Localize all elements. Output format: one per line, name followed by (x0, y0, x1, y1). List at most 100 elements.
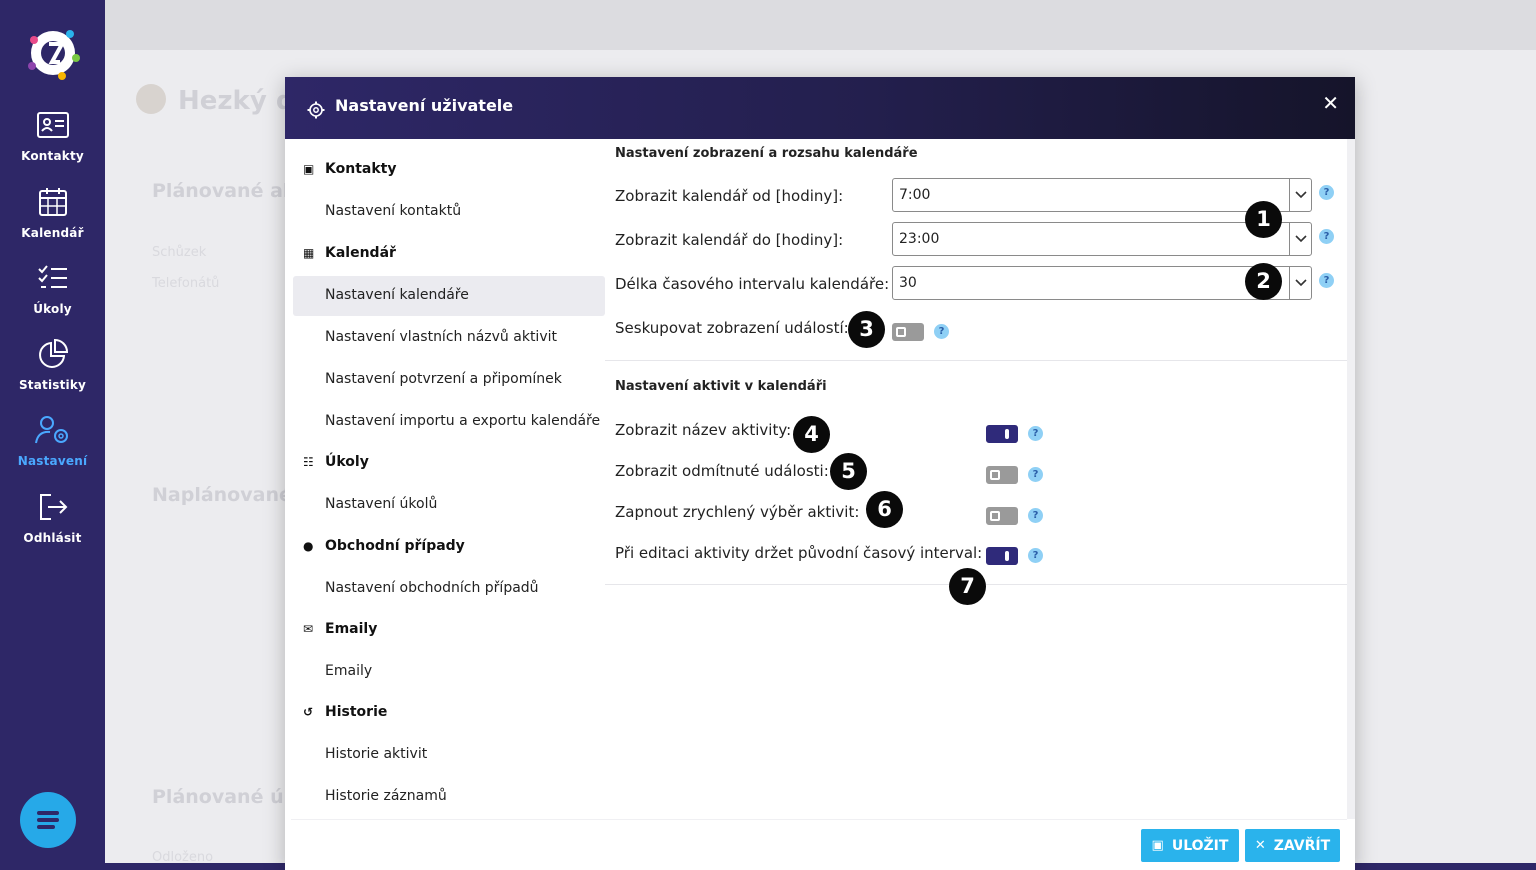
callout-badge-1: 1 (1245, 201, 1282, 238)
label-kalendar-do: Zobrazit kalendář do [hodiny]: (615, 231, 844, 249)
money-bag-icon: ● (303, 539, 314, 553)
toggle-casovy-interval[interactable] (986, 547, 1018, 565)
menu-group-ukoly: ☷ Úkoly (303, 454, 369, 470)
menu-item-historie-aktivit[interactable]: Historie aktivit (325, 746, 427, 762)
bg-section-title: Plánované ak (152, 180, 296, 202)
help-icon[interactable]: ? (1319, 185, 1334, 200)
modal-header: Nastavení uživatele ✕ (285, 77, 1355, 139)
close-button-label: ZAVŘÍT (1273, 837, 1331, 854)
menu-item-import-export[interactable]: Nastavení importu a exportu kalendáře (325, 413, 600, 429)
menu-group-kalendar: ▦ Kalendář (303, 245, 396, 261)
menu-group-label: Obchodní případy (325, 538, 465, 554)
envelope-icon: ✉ (303, 622, 314, 636)
top-bar (105, 0, 1536, 50)
callout-badge-3: 3 (848, 311, 885, 348)
nav-nastaveni[interactable]: Nastavení (0, 415, 105, 469)
help-icon[interactable]: ? (1319, 273, 1334, 288)
toggle-odmitnute-udalosti[interactable] (986, 466, 1018, 484)
toggle-seskupovat[interactable] (892, 323, 924, 341)
nav-odhlasit[interactable]: Odhlásit (0, 492, 105, 546)
toggle-nazev-aktivity[interactable] (986, 425, 1018, 443)
menu-group-historie: ↺ Historie (303, 704, 387, 720)
scroll-track[interactable] (1347, 139, 1355, 819)
save-icon: ▣ (1151, 838, 1164, 853)
toggle-zrychleny-vyber[interactable] (986, 507, 1018, 525)
chevron-down-icon[interactable] (1289, 267, 1311, 299)
menu-item-nastaveni-kontaktu[interactable]: Nastavení kontaktů (325, 203, 461, 219)
sidebar: Kontakty Kalendář Úkoly Statistiky Nasta… (0, 0, 105, 870)
help-icon[interactable]: ? (1319, 229, 1334, 244)
menu-item-obchodni-pripady[interactable]: Nastavení obchodních případů (325, 580, 539, 596)
menu-group-label: Kontakty (325, 161, 397, 177)
gear-icon (307, 101, 325, 119)
menu-item-nazvy-aktivit[interactable]: Nastavení vlastních názvů aktivit (325, 329, 557, 345)
contact-card-icon (36, 112, 69, 138)
checklist-icon (37, 265, 67, 288)
help-icon[interactable]: ? (1028, 548, 1043, 563)
close-button[interactable]: ✕ ZAVŘÍT (1245, 829, 1340, 862)
user-settings-icon (34, 416, 68, 444)
label-kalendar-od: Zobrazit kalendář od [hodiny]: (615, 187, 844, 205)
calendar-icon: ▦ (303, 246, 315, 260)
help-icon[interactable]: ? (1028, 426, 1043, 441)
menu-group-emaily: ✉ Emaily (303, 621, 377, 637)
label-nazev-aktivity: Zobrazit název aktivity: (615, 421, 792, 439)
nav-kalendar[interactable]: Kalendář (0, 187, 105, 241)
list-icon: ☷ (303, 455, 314, 469)
menu-group-label: Kalendář (325, 245, 396, 261)
nav-label: Statistiky (18, 378, 87, 392)
callout-badge-4: 4 (793, 416, 830, 453)
logout-icon (39, 494, 67, 520)
label-casovy-interval: Při editaci aktivity držet původní časov… (615, 544, 983, 562)
chat-button[interactable] (20, 792, 76, 848)
help-icon[interactable]: ? (1028, 467, 1043, 482)
menu-group-label: Úkoly (325, 454, 369, 470)
label-seskupovat: Seskupovat zobrazení událostí: (615, 319, 849, 337)
select-value: 30 (899, 275, 917, 291)
callout-badge-5: 5 (830, 453, 867, 490)
label-delka-intervalu: Délka časového intervalu kalendáře: (615, 275, 890, 293)
menu-group-obchodni-pripady: ● Obchodní případy (303, 538, 465, 554)
chevron-down-icon[interactable] (1289, 179, 1311, 211)
help-icon[interactable]: ? (1028, 508, 1043, 523)
close-icon[interactable]: ✕ (1322, 91, 1339, 115)
contact-book-icon: ▣ (303, 162, 315, 176)
settings-modal: Nastavení uživatele ✕ ▣ Kontakty Nastaven… (285, 77, 1355, 870)
settings-menu: ▣ Kontakty Nastavení kontaktů ▦ Kalendář N… (291, 139, 605, 819)
save-button[interactable]: ▣ ULOŽIT (1141, 829, 1239, 862)
nav-label: Úkoly (33, 302, 72, 316)
modal-title: Nastavení uživatele (335, 96, 514, 115)
app-logo[interactable] (22, 22, 84, 84)
bg-item: Schůzek (152, 245, 207, 260)
menu-item-nastaveni-kalendare[interactable]: Nastavení kalendáře (325, 287, 469, 303)
pie-chart-icon (38, 339, 68, 368)
history-icon: ↺ (303, 705, 314, 719)
menu-item-historie-zaznamu[interactable]: Historie záznamů (325, 788, 447, 804)
nav-label: Nastavení (17, 454, 88, 468)
close-icon: ✕ (1254, 838, 1266, 853)
callout-badge-6: 6 (866, 491, 903, 528)
menu-item-potvrzeni[interactable]: Nastavení potvrzení a připomínek (325, 371, 562, 387)
nav-statistiky[interactable]: Statistiky (0, 339, 105, 393)
calendar-icon (38, 188, 67, 216)
nav-kontakty[interactable]: Kontakty (0, 110, 105, 164)
menu-item-emaily[interactable]: Emaily (325, 663, 372, 679)
chat-icon (37, 811, 59, 829)
menu-item-nastaveni-ukolu[interactable]: Nastavení úkolů (325, 496, 437, 512)
chevron-down-icon[interactable] (1289, 223, 1311, 255)
nav-label: Kontakty (21, 149, 84, 163)
bg-section-title: Naplánované (152, 484, 292, 506)
nav-label: Odhlásit (23, 531, 82, 545)
save-button-label: ULOŽIT (1171, 837, 1229, 854)
section-title-zobrazeni: Nastavení zobrazení a rozsahu kalendáře (615, 146, 918, 161)
help-icon[interactable]: ? (934, 324, 949, 339)
section-divider (605, 360, 1347, 361)
menu-group-label: Historie (325, 704, 388, 720)
menu-group-label: Emaily (325, 621, 378, 637)
select-value: 7:00 (899, 187, 931, 203)
select-value: 23:00 (899, 231, 940, 247)
nav-ukoly[interactable]: Úkoly (0, 263, 105, 317)
avatar (136, 84, 166, 114)
bg-section-title: Plánované úk (152, 786, 297, 808)
label-zrychleny-vyber: Zapnout zrychlený výběr aktivit: (615, 503, 860, 521)
